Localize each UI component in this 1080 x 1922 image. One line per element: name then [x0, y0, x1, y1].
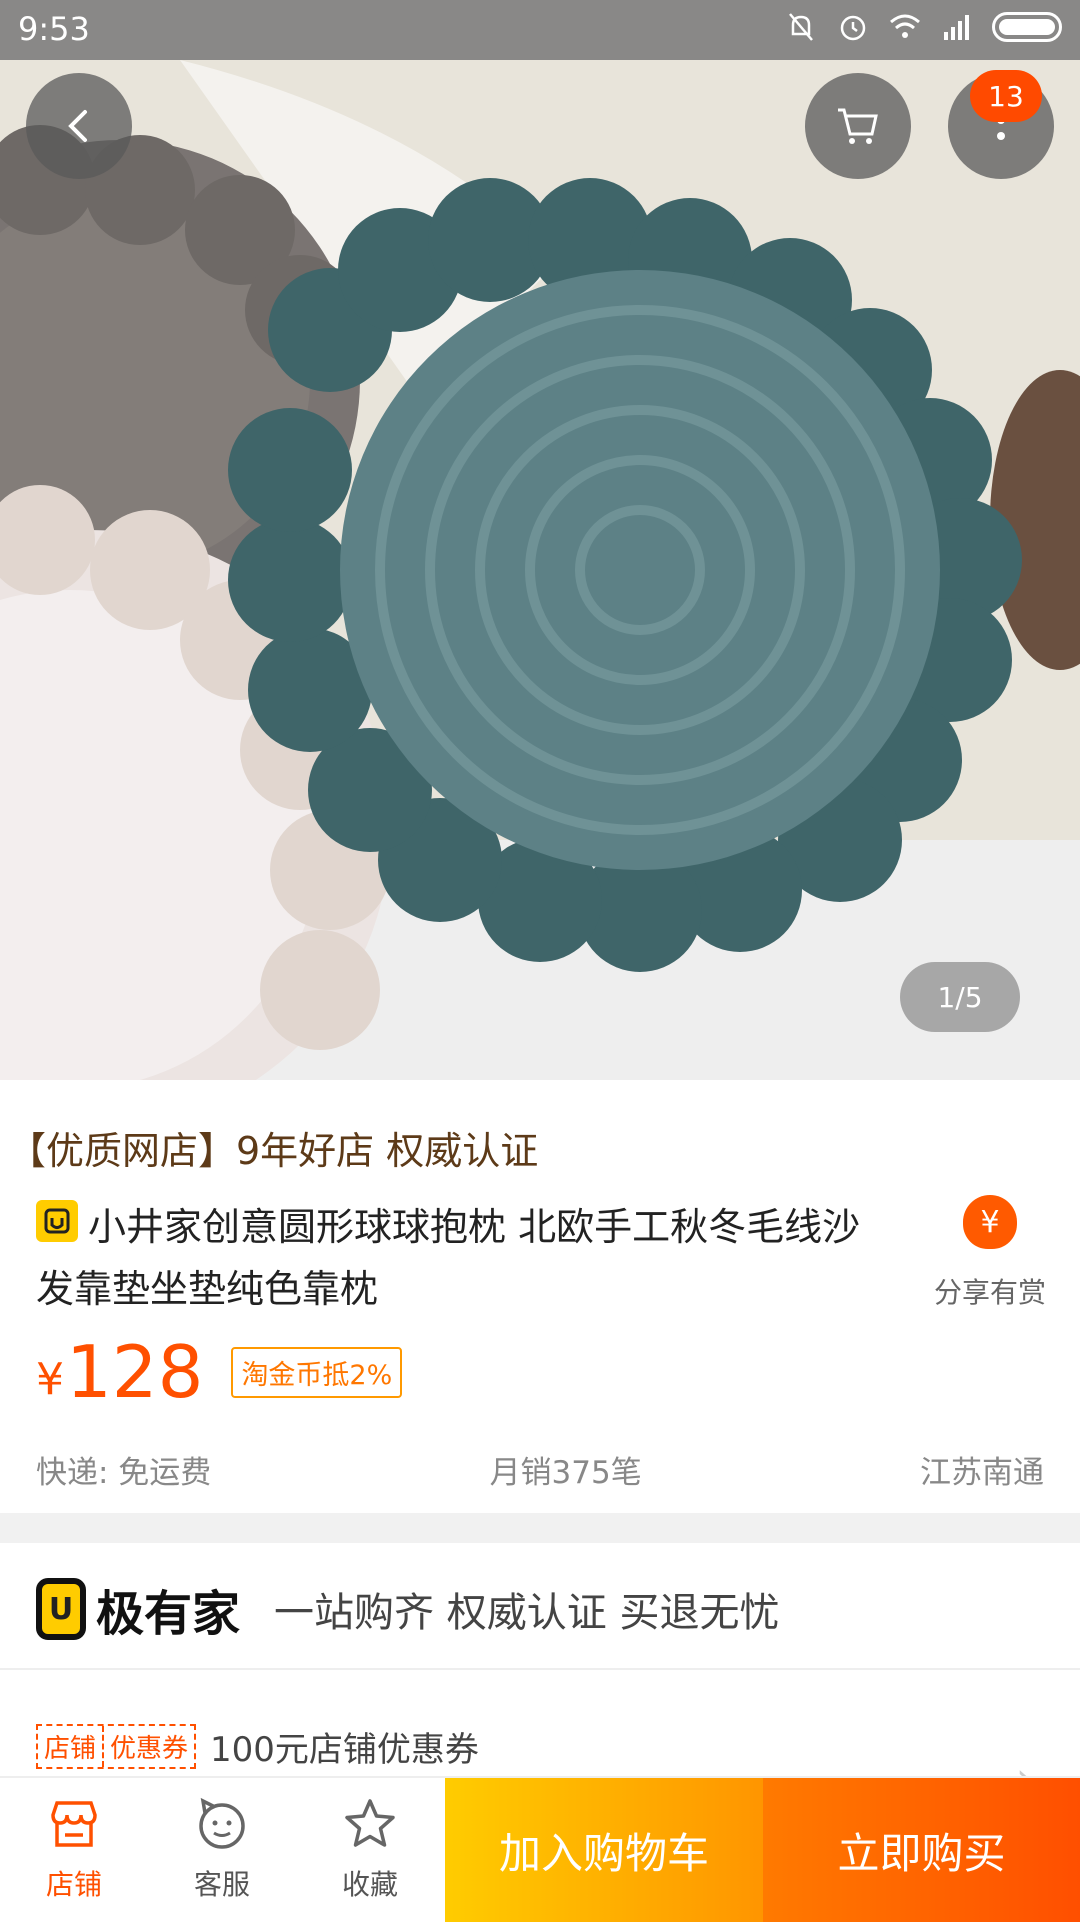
product-title: 小井家创意圆形球球抱枕 北欧手工秋冬毛线沙发靠垫坐垫纯色靠枕 — [36, 1205, 861, 1311]
price-row: ¥ 128 淘金币抵2% — [36, 1330, 403, 1414]
money-bag-icon: ¥ — [963, 1195, 1017, 1249]
divider — [0, 1668, 1080, 1670]
back-chevron-icon — [68, 110, 87, 142]
product-title-row: 小井家创意圆形球球抱枕 北欧手工秋冬毛线沙发靠垫坐垫纯色靠枕 — [36, 1196, 886, 1320]
status-icons — [784, 10, 1062, 44]
brand-slogan: 一站购齐 权威认证 买退无忧 — [274, 1590, 780, 1636]
brand-chip-icon — [36, 1200, 78, 1242]
coupon-tag-right: 优惠券 — [102, 1726, 194, 1767]
status-time: 9:53 — [18, 10, 90, 48]
mute-bell-icon — [789, 13, 813, 41]
product-photo — [0, 0, 1080, 1080]
bottom-action-bar: 店铺 客服 收藏 加入购物车 立即购买 — [0, 1776, 1080, 1922]
brand-banner[interactable]: U 极有家 一站购齐 权威认证 买退无忧 — [36, 1574, 779, 1644]
add-to-cart-button[interactable]: 加入购物车 — [445, 1778, 763, 1922]
cart-badge: 13 — [970, 70, 1042, 122]
shipping-info: 快递: 免运费 — [36, 1455, 212, 1491]
price-symbol: ¥ — [36, 1353, 64, 1405]
customer-service-icon — [199, 1797, 245, 1849]
meta-row: 快递: 免运费 月销375笔 江苏南通 — [36, 1447, 1044, 1492]
shop-tab-label: 店铺 — [45, 1868, 102, 1901]
service-tab[interactable]: 客服 — [148, 1778, 296, 1920]
status-bar: 9:53 — [0, 0, 1080, 60]
coupon-row[interactable]: 店铺 优惠券 100元店铺优惠券 — [36, 1722, 479, 1771]
coupon-text: 100元店铺优惠券 — [210, 1730, 479, 1770]
wifi-icon — [890, 14, 920, 38]
alarm-icon — [840, 15, 866, 41]
favorite-tab[interactable]: 收藏 — [296, 1778, 444, 1920]
buy-now-button[interactable]: 立即购买 — [763, 1778, 1080, 1922]
price-value: 128 — [66, 1330, 204, 1414]
favorite-tab-label: 收藏 — [341, 1868, 398, 1901]
battery-icon — [992, 12, 1062, 42]
shop-tagline: 【优质网店】9年好店 权威认证 — [8, 1129, 539, 1173]
signal-icon — [944, 15, 969, 40]
product-image-gallery[interactable] — [0, 0, 1080, 1080]
coupon-tag: 店铺 优惠券 — [36, 1724, 197, 1769]
coupon-tag-left: 店铺 — [44, 1734, 97, 1764]
brand-name: 极有家 — [96, 1586, 241, 1642]
coin-tag: 淘金币抵2% — [231, 1346, 403, 1398]
shop-tab[interactable]: 店铺 — [0, 1778, 148, 1920]
section-divider — [0, 1513, 1080, 1543]
star-icon — [345, 1799, 395, 1847]
share-label: 分享有赏 — [933, 1276, 1046, 1309]
ship-location: 江苏南通 — [919, 1455, 1044, 1491]
back-button[interactable] — [26, 73, 132, 179]
service-tab-label: 客服 — [193, 1868, 250, 1901]
shop-icon — [51, 1801, 97, 1847]
gallery-page-indicator: 1/5 — [900, 962, 1020, 1032]
cart-button[interactable] — [805, 73, 911, 179]
share-reward-button[interactable]: ¥ 分享有赏 — [920, 1195, 1060, 1311]
brand-logo-icon: U — [36, 1578, 86, 1640]
monthly-sales: 月销375笔 — [489, 1455, 642, 1491]
cart-icon — [838, 108, 878, 144]
